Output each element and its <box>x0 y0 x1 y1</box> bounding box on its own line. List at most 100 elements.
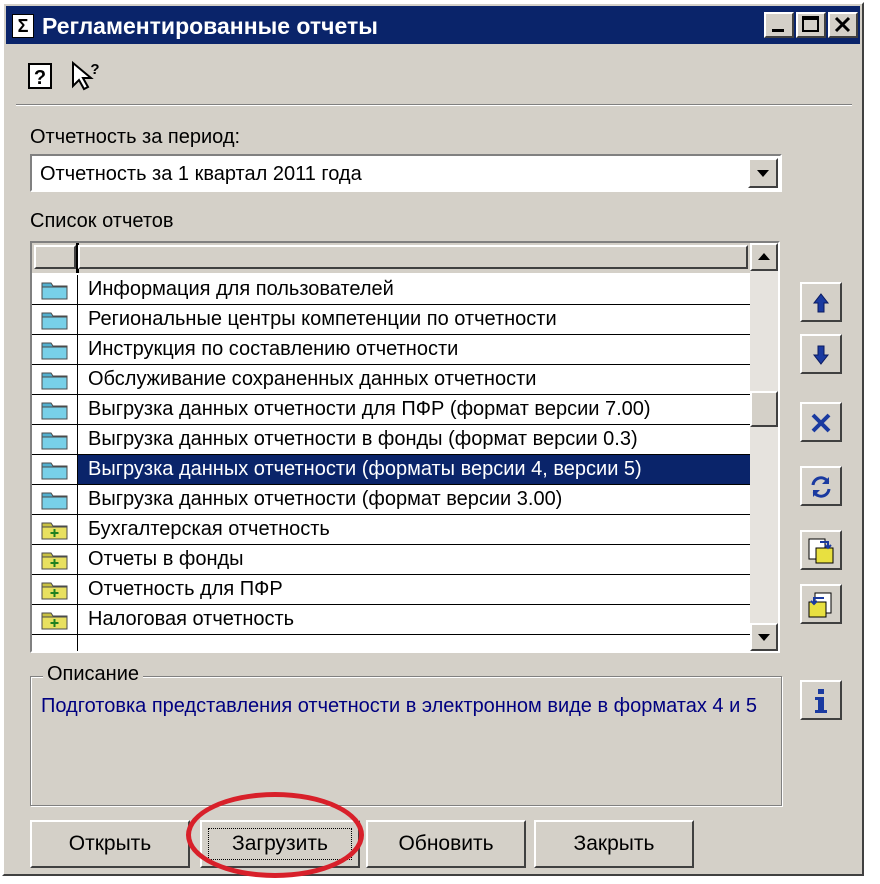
list-item-icon-cell <box>32 425 78 454</box>
description-label: Описание <box>43 663 144 686</box>
window-title: Регламентированные отчеты <box>42 13 378 39</box>
folder-icon <box>41 312 68 330</box>
reports-window: Σ Регламентированные отчеты ? ? Отчетнос… <box>2 2 864 876</box>
list-header <box>32 243 750 273</box>
period-value: Отчетность за 1 квартал 2011 года <box>40 163 362 185</box>
minimize-icon <box>772 29 784 32</box>
maximize-icon <box>802 16 819 32</box>
list-item[interactable]: Отчетность для ПФР <box>32 575 750 605</box>
report-rows: Информация для пользователей Региональные… <box>32 275 750 651</box>
chevron-down-icon <box>757 170 769 177</box>
delete-button[interactable] <box>800 402 842 442</box>
delete-icon <box>811 413 831 433</box>
list-item-label: Выгрузка данных отчетности для ПФР (форм… <box>88 398 651 420</box>
list-item[interactable]: Обслуживание сохраненных данных отчетнос… <box>32 365 750 395</box>
period-label: Отчетность за период: <box>30 126 241 148</box>
list-item[interactable]: Выгрузка данных отчетности (форматы верс… <box>32 455 750 485</box>
folder-icon <box>41 432 68 450</box>
icon-column-header[interactable] <box>34 245 76 269</box>
folder-icon <box>41 282 68 300</box>
list-item-icon-cell <box>32 575 78 604</box>
folder-icon <box>41 492 68 510</box>
list-scrollbar[interactable] <box>750 243 778 651</box>
list-item-icon-cell <box>32 455 78 484</box>
close-button[interactable] <box>828 12 858 38</box>
list-item[interactable]: Региональные центры компетенции по отчет… <box>32 305 750 335</box>
period-select[interactable]: Отчетность за 1 квартал 2011 года <box>30 154 782 192</box>
chevron-up-icon <box>758 253 770 260</box>
list-item-empty <box>32 635 750 651</box>
help-icon[interactable]: ? <box>26 60 58 92</box>
move-down-icon <box>812 345 830 365</box>
export-icon <box>808 592 832 618</box>
minimize-button[interactable] <box>764 12 794 38</box>
list-item-icon-cell <box>32 605 78 634</box>
list-item[interactable]: Информация для пользователей <box>32 275 750 305</box>
export-button[interactable] <box>800 584 842 624</box>
folder-icon <box>41 402 68 420</box>
folder-plus-icon <box>41 582 68 600</box>
move-down-button[interactable] <box>800 334 842 374</box>
move-up-button[interactable] <box>800 282 842 322</box>
report-list[interactable]: Информация для пользователей Региональные… <box>30 241 780 653</box>
list-item-label: Выгрузка данных отчетности (формат верси… <box>88 488 563 510</box>
list-item-label: Региональные центры компетенции по отчет… <box>88 308 557 330</box>
context-help-icon[interactable]: ? <box>70 60 102 92</box>
update-button[interactable]: Обновить <box>366 820 526 868</box>
list-item-label: Выгрузка данных отчетности (форматы верс… <box>88 458 642 480</box>
list-item-label: Инструкция по составлению отчетности <box>88 338 459 360</box>
svg-text:?: ? <box>34 67 46 89</box>
report-list-label: Список отчетов <box>30 210 174 232</box>
load-button[interactable]: Загрузить <box>200 820 360 868</box>
chevron-down-icon <box>758 634 770 641</box>
refresh-button[interactable] <box>800 466 842 506</box>
import-icon <box>808 538 834 564</box>
list-item-icon-cell <box>32 335 78 364</box>
info-button[interactable] <box>800 680 842 720</box>
close-icon <box>834 16 851 33</box>
list-item-icon-cell <box>32 485 78 514</box>
sigma-icon: Σ <box>12 14 34 38</box>
list-item-label: Налоговая отчетность <box>88 608 295 630</box>
info-icon <box>815 689 827 713</box>
import-button[interactable] <box>800 530 842 570</box>
scroll-up-button[interactable] <box>750 243 778 271</box>
list-item-icon-cell <box>32 305 78 334</box>
period-dropdown-button[interactable] <box>748 158 778 188</box>
svg-text:?: ? <box>90 61 99 78</box>
scroll-down-button[interactable] <box>750 623 778 651</box>
list-item[interactable]: Выгрузка данных отчетности в фонды (форм… <box>32 425 750 455</box>
description-text: Подготовка представления отчетности в эл… <box>41 695 757 717</box>
list-item[interactable]: Бухгалтерская отчетность <box>32 515 750 545</box>
folder-plus-icon <box>41 612 68 630</box>
title-bar[interactable]: Σ Регламентированные отчеты <box>6 6 860 44</box>
open-button[interactable]: Открыть <box>30 820 190 868</box>
list-item[interactable]: Выгрузка данных отчетности для ПФР (форм… <box>32 395 750 425</box>
folder-plus-icon <box>41 552 68 570</box>
move-up-icon <box>812 293 830 313</box>
folder-icon <box>41 342 68 360</box>
folder-plus-icon <box>41 522 68 540</box>
list-item-label: Информация для пользователей <box>88 278 394 300</box>
list-item-icon-cell <box>32 395 78 424</box>
description-group: Описание Подготовка представления отчетн… <box>30 663 782 806</box>
list-item-icon-cell <box>32 365 78 394</box>
maximize-button[interactable] <box>796 12 826 38</box>
name-column-header[interactable] <box>78 245 748 269</box>
list-item-label: Выгрузка данных отчетности в фонды (форм… <box>88 428 638 450</box>
list-item[interactable]: Налоговая отчетность <box>32 605 750 635</box>
folder-icon <box>41 462 68 480</box>
list-item-icon-cell <box>32 545 78 574</box>
toolbar-separator <box>16 104 852 106</box>
list-item-label: Отчеты в фонды <box>88 548 244 570</box>
list-item[interactable]: Инструкция по составлению отчетности <box>32 335 750 365</box>
close-dialog-button[interactable]: Закрыть <box>534 820 694 868</box>
list-item-label: Бухгалтерская отчетность <box>88 518 330 540</box>
list-item-label: Отчетность для ПФР <box>88 578 283 600</box>
list-item-icon-cell <box>32 275 78 304</box>
list-item[interactable]: Отчеты в фонды <box>32 545 750 575</box>
scroll-thumb[interactable] <box>750 391 778 427</box>
list-item[interactable]: Выгрузка данных отчетности (формат верси… <box>32 485 750 515</box>
list-item-label: Обслуживание сохраненных данных отчетнос… <box>88 368 537 390</box>
list-item-icon-cell <box>32 515 78 544</box>
